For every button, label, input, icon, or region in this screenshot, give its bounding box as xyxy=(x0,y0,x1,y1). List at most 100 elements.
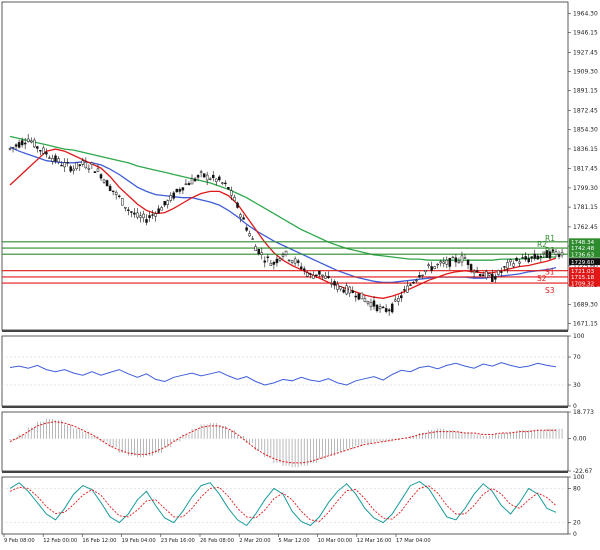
candle-body xyxy=(299,266,303,269)
candle-body xyxy=(145,219,148,223)
candle-body xyxy=(75,162,78,169)
candle-body xyxy=(117,195,121,197)
candle-body xyxy=(260,252,264,255)
candle-body xyxy=(387,309,391,312)
candle-body xyxy=(278,258,282,261)
candle-body xyxy=(442,261,446,264)
candle-body xyxy=(14,144,18,147)
candle-body xyxy=(472,271,476,274)
candle-body xyxy=(518,261,521,264)
candle-body xyxy=(227,187,230,190)
price-y-tick-label: 1689.30 xyxy=(573,301,598,308)
candle-body xyxy=(515,257,518,261)
candle-body xyxy=(427,264,430,267)
candle-body xyxy=(266,256,270,258)
candle-body xyxy=(497,270,500,275)
candle-body xyxy=(23,142,27,145)
candle-body xyxy=(242,217,245,220)
candle-body xyxy=(133,212,136,215)
candle-body xyxy=(542,251,546,254)
candle-body xyxy=(403,289,406,291)
osc2-y-tick-label: 0.00 xyxy=(573,436,587,443)
candle-body xyxy=(39,150,42,152)
candle-body xyxy=(412,281,415,284)
candle-body xyxy=(439,261,442,264)
x-tick-label: 26 Feb 08:00 xyxy=(200,538,234,544)
panel-separator-2 xyxy=(2,471,568,473)
candle-body xyxy=(378,306,382,310)
candle-body xyxy=(524,256,527,260)
chart-root: 1964.30 1946.15 1927.45 1909.30 1891.15 1872.… xyxy=(0,0,600,546)
osc3-y-tick-label: 20 xyxy=(573,520,581,527)
candle-body xyxy=(33,139,36,148)
candle-body xyxy=(151,214,154,216)
candle-body xyxy=(354,295,358,298)
candle-body xyxy=(136,212,139,218)
candle-body xyxy=(409,284,412,286)
candle-body xyxy=(451,256,455,259)
candle-body xyxy=(357,293,361,300)
candle-body xyxy=(503,266,506,268)
price-y-tick-label: 1927.45 xyxy=(573,49,598,56)
candle-body xyxy=(233,196,236,201)
candle-body xyxy=(418,275,421,278)
candle-body xyxy=(527,258,530,263)
candle-body xyxy=(433,266,436,269)
candle-body xyxy=(384,308,388,312)
candle-body xyxy=(491,273,494,282)
candle-body xyxy=(211,174,215,178)
candle-body xyxy=(463,257,467,259)
candle-body xyxy=(551,249,555,252)
candle-body xyxy=(548,251,552,259)
level-name-s3: S3 xyxy=(545,286,555,295)
candle-body xyxy=(481,274,485,277)
candle-body xyxy=(375,304,379,312)
candle-body xyxy=(348,286,351,294)
candle-body xyxy=(202,173,206,178)
candle-body xyxy=(500,271,503,273)
candle-body xyxy=(69,166,72,172)
candle-body xyxy=(448,257,452,267)
osc3-y-tick-label: 100 xyxy=(573,474,585,481)
candle-body xyxy=(96,168,100,172)
candle-body xyxy=(181,187,185,191)
candle-body xyxy=(190,178,194,185)
candle-body xyxy=(318,270,321,275)
candle-body xyxy=(17,142,21,148)
candle-body xyxy=(172,192,176,199)
x-tick-label: 12 Feb 00:00 xyxy=(43,538,77,544)
candle-body xyxy=(42,147,45,154)
candle-body xyxy=(105,180,109,187)
x-tick-label: 12 Mar 16:00 xyxy=(357,538,392,544)
price-y-tick-label: 1762.45 xyxy=(573,224,598,231)
candle-body xyxy=(148,215,151,218)
candle-body xyxy=(63,162,66,168)
candle-body xyxy=(8,148,12,150)
candle-body xyxy=(269,262,273,266)
candle-body xyxy=(484,271,488,278)
candle-body xyxy=(251,238,254,240)
candle-body xyxy=(263,260,267,263)
candle-body xyxy=(302,268,306,271)
candle-body xyxy=(166,200,169,205)
candle-body xyxy=(81,160,85,165)
candle-body xyxy=(114,191,118,195)
chart-svg: 1964.30 1946.15 1927.45 1909.30 1891.15 1872.… xyxy=(0,0,600,546)
candle-body xyxy=(72,168,75,171)
candle-body xyxy=(54,155,57,162)
candle-body xyxy=(366,301,370,304)
panel-separator-0 xyxy=(2,330,568,332)
x-tick-label: 19 Feb 04:00 xyxy=(122,538,156,544)
candle-body xyxy=(199,171,203,173)
candle-body xyxy=(363,298,367,302)
x-tick-label: 10 Mar 00:00 xyxy=(318,538,353,544)
candle-body xyxy=(478,274,482,276)
x-tick-label: 23 Feb 16:00 xyxy=(161,538,195,544)
candle-body xyxy=(90,162,94,165)
candle-body xyxy=(48,157,51,159)
candle-body xyxy=(175,188,179,193)
candle-body xyxy=(372,300,376,307)
candle-body xyxy=(139,215,142,218)
x-tick-label: 2 Mar 20:00 xyxy=(239,538,270,544)
candle-body xyxy=(339,286,342,290)
